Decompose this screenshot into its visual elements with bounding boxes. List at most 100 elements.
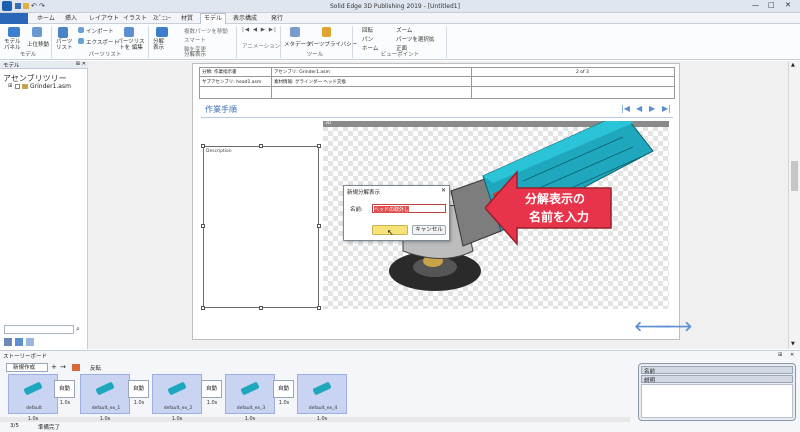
description-box[interactable]: Description bbox=[203, 146, 319, 308]
application-button[interactable] bbox=[0, 13, 28, 24]
storyboard-pin-icon[interactable]: ⊞ bbox=[778, 352, 782, 358]
transition-box[interactable]: 自動 bbox=[201, 380, 222, 398]
metadata-icon[interactable] bbox=[290, 27, 300, 37]
frame-tool-icon bbox=[240, 381, 260, 396]
menu-tabs: ホーム 挿入 レイアウト イラスト ｽﾋﾟﾆｭｰ 材質 モデル 表示構成 発行 bbox=[0, 13, 800, 24]
tab-material[interactable]: 材質 bbox=[178, 14, 196, 24]
mouse-cursor-icon: ↖ bbox=[387, 228, 394, 237]
frame-duration: 1.0s bbox=[316, 416, 328, 422]
dialog-title: 新規分解表示 bbox=[347, 190, 381, 196]
tab-display-config[interactable]: 表示構成 bbox=[230, 14, 260, 24]
resize-handle[interactable] bbox=[317, 224, 321, 228]
resize-handle[interactable] bbox=[201, 144, 205, 148]
parts-list-icon[interactable] bbox=[58, 27, 68, 38]
import-button[interactable]: インポート bbox=[86, 27, 114, 35]
group-model-label: モデル bbox=[19, 52, 37, 58]
add-icon[interactable]: + bbox=[51, 363, 57, 371]
parts-privacy-button[interactable]: パーツプライバシー bbox=[308, 40, 357, 48]
pan-button[interactable]: パン bbox=[362, 35, 373, 43]
scroll-up-icon[interactable]: ▲ bbox=[791, 62, 795, 68]
search-icon[interactable]: ⌕ bbox=[76, 325, 80, 334]
resize-handle[interactable] bbox=[317, 144, 321, 148]
resize-handle[interactable] bbox=[317, 306, 321, 310]
export-icon bbox=[78, 38, 84, 44]
vertical-scrollbar[interactable]: ▲ ▼ bbox=[788, 61, 800, 349]
tab-spinview[interactable]: ｽﾋﾟﾆｭｰ bbox=[150, 14, 174, 24]
prev-page-button[interactable]: ◀ bbox=[636, 104, 642, 113]
properties-desc-field[interactable] bbox=[641, 384, 793, 418]
flip-button[interactable]: 反転 bbox=[90, 364, 101, 372]
storyboard-frame[interactable]: default_ex_3 bbox=[225, 374, 275, 414]
callout-text-line2: 名前を入力 bbox=[529, 210, 590, 224]
tab-illustration[interactable]: イラスト bbox=[120, 14, 150, 24]
pin-icon[interactable]: ⊞ bbox=[76, 61, 80, 67]
resize-handle[interactable] bbox=[201, 224, 205, 228]
name-field[interactable]: ヘッドの取外し bbox=[372, 204, 446, 213]
move-up-button[interactable]: 上位移動 bbox=[27, 40, 49, 48]
forward-arrow-button[interactable]: 🡒 bbox=[655, 318, 693, 335]
close-button[interactable]: ✕ bbox=[785, 1, 791, 9]
cancel-button[interactable]: キャンセル bbox=[412, 225, 446, 235]
lock-icon[interactable] bbox=[322, 27, 331, 37]
arrow-icon[interactable]: → bbox=[60, 363, 66, 371]
tab-publish[interactable]: 発行 bbox=[268, 14, 286, 24]
tree-search-input[interactable] bbox=[4, 325, 74, 334]
tab-home[interactable]: ホーム bbox=[34, 14, 58, 24]
storyboard-frame[interactable]: default_ex_1 bbox=[80, 374, 130, 414]
animation-button[interactable]: アニメーション bbox=[242, 42, 280, 50]
transition-box[interactable]: 自動 bbox=[273, 380, 294, 398]
transition-box[interactable]: 自動 bbox=[128, 380, 149, 398]
edit-parts-list-icon[interactable] bbox=[124, 27, 134, 37]
checkbox[interactable] bbox=[15, 84, 20, 89]
redo-icon[interactable]: ↷ bbox=[39, 2, 45, 10]
resize-handle[interactable] bbox=[259, 306, 263, 310]
panel-tab-views[interactable] bbox=[26, 338, 34, 346]
table-cell bbox=[471, 86, 675, 99]
rotate-button[interactable]: 回転 bbox=[362, 26, 373, 34]
storyboard-frame[interactable]: default bbox=[8, 374, 58, 414]
resize-handle[interactable] bbox=[201, 306, 205, 310]
tab-insert[interactable]: 挿入 bbox=[62, 14, 80, 24]
scroll-thumb[interactable] bbox=[791, 161, 798, 191]
panel-header: モデル ⊞ ✕ bbox=[0, 61, 88, 69]
expand-icon[interactable]: ⊞ bbox=[8, 83, 12, 89]
zoom-parts-button[interactable]: パーツを選択拡 bbox=[396, 35, 434, 43]
properties-name-row[interactable]: 名前 bbox=[641, 366, 793, 375]
scroll-down-icon[interactable]: ▼ bbox=[791, 341, 795, 347]
frame-duration: 1.0s bbox=[171, 416, 183, 422]
tab-model[interactable]: モデル bbox=[200, 13, 227, 24]
panel-tab-layers[interactable] bbox=[15, 338, 23, 346]
resize-handle[interactable] bbox=[259, 144, 263, 148]
frame-tool-icon bbox=[312, 381, 332, 396]
tab-layout[interactable]: レイアウト bbox=[86, 14, 122, 24]
exploded-view-icon[interactable] bbox=[156, 27, 168, 37]
playback-controls[interactable]: |◀ ◀ ▶ ▶| bbox=[242, 27, 277, 33]
multi-parts-move-button[interactable]: 複数パーツを移動 bbox=[184, 27, 228, 35]
model-panel: モデル ⊞ ✕ アセンブリツリー ⊞ Grinder1.asm ⌕ bbox=[0, 61, 88, 349]
first-page-button[interactable]: |◀ bbox=[621, 104, 630, 113]
transition-box[interactable]: 自動 bbox=[54, 380, 75, 398]
new-button[interactable]: 新規作成 bbox=[6, 363, 48, 372]
maximize-button[interactable]: □ bbox=[768, 1, 775, 9]
export-button[interactable]: エクスポート bbox=[86, 38, 119, 46]
move-up-icon[interactable] bbox=[32, 27, 42, 37]
undo-icon[interactable]: ↶ bbox=[31, 2, 37, 10]
panel-close-icon[interactable]: ✕ bbox=[82, 61, 86, 67]
minimize-button[interactable]: — bbox=[752, 1, 759, 9]
save-icon[interactable] bbox=[15, 3, 21, 9]
panel-tab-model[interactable] bbox=[4, 338, 12, 346]
new-exploded-view-dialog: 新規分解表示 ✕ 名前: ヘッドの取外し OK ↖ キャンセル bbox=[343, 185, 450, 241]
last-page-button[interactable]: ▶| bbox=[662, 104, 671, 113]
tree-item[interactable]: ⊞ Grinder1.asm bbox=[8, 83, 78, 91]
next-page-button[interactable]: ▶ bbox=[649, 104, 655, 113]
open-icon[interactable] bbox=[23, 3, 29, 9]
model-panel-icon[interactable] bbox=[8, 27, 20, 37]
zoom-button[interactable]: ズーム bbox=[396, 26, 412, 34]
dialog-close-button[interactable]: ✕ bbox=[441, 187, 446, 194]
app-logo-icon[interactable] bbox=[2, 1, 12, 11]
storyboard-close-icon[interactable]: ✕ bbox=[790, 352, 794, 358]
smart-button[interactable]: スマート bbox=[184, 36, 206, 44]
storyboard-frame[interactable]: default_ex_2 bbox=[152, 374, 202, 414]
properties-desc-row[interactable]: 説明 bbox=[641, 375, 793, 384]
storyboard-frame[interactable]: default_ex_4 bbox=[297, 374, 347, 414]
